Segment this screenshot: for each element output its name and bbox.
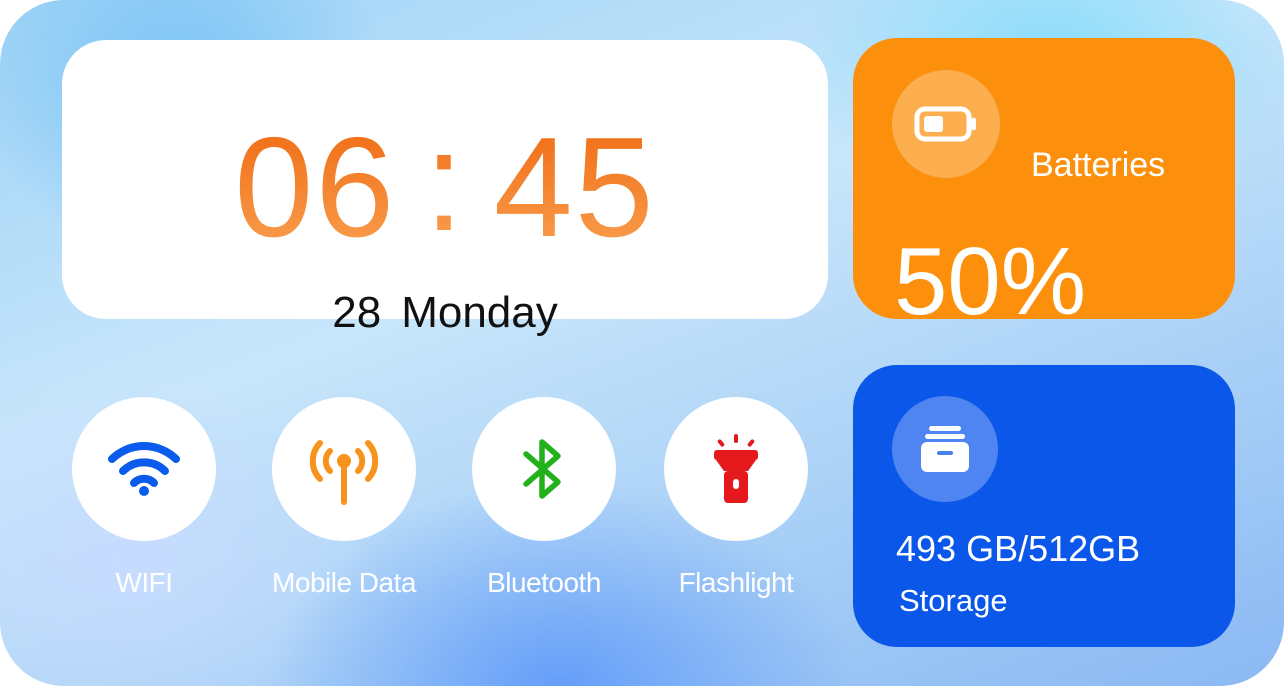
storage-usage: 493 GB/512GB: [896, 528, 1141, 569]
battery-icon-badge: [892, 70, 1000, 178]
flashlight-label: Flashlight: [678, 567, 794, 598]
toggle-wifi[interactable]: WIFI: [72, 397, 216, 598]
battery-percentage: 50%: [894, 228, 1087, 335]
control-center-panel: 06 : 45 28 Monday Batteries 50% 493 GB/5…: [0, 0, 1284, 686]
flashlight-icon: [714, 434, 758, 503]
clock-separator: :: [424, 102, 466, 261]
toggle-flashlight[interactable]: Flashlight: [664, 397, 808, 598]
bluetooth-button[interactable]: [472, 397, 616, 541]
clock-minutes: 45: [493, 108, 656, 267]
mobile-data-button[interactable]: [272, 397, 416, 541]
date-day: 28: [332, 288, 382, 337]
storage-widget[interactable]: 493 GB/512GB Storage: [853, 365, 1235, 647]
clock-date: 28 Monday: [62, 288, 828, 338]
storage-box-icon: [921, 426, 969, 472]
storage-icon-badge: [892, 396, 998, 502]
date-weekday: Monday: [401, 288, 558, 337]
bluetooth-icon: [523, 439, 561, 499]
battery-icon: [914, 106, 976, 142]
battery-label: Batteries: [1031, 146, 1166, 184]
toggle-bluetooth[interactable]: Bluetooth: [472, 397, 616, 598]
wifi-button[interactable]: [72, 397, 216, 541]
clock-widget[interactable]: 06 : 45 28 Monday: [62, 40, 828, 337]
storage-label: Storage: [899, 583, 1008, 618]
battery-level-fill: [924, 116, 943, 132]
clock-hours: 06: [234, 108, 397, 267]
battery-widget[interactable]: Batteries 50%: [853, 38, 1235, 330]
clock-time: 06 : 45: [62, 108, 828, 267]
cell-tower-icon: [309, 440, 379, 505]
wifi-icon: [108, 442, 180, 496]
flashlight-button[interactable]: [664, 397, 808, 541]
toggle-mobile-data[interactable]: Mobile Data: [272, 397, 416, 598]
